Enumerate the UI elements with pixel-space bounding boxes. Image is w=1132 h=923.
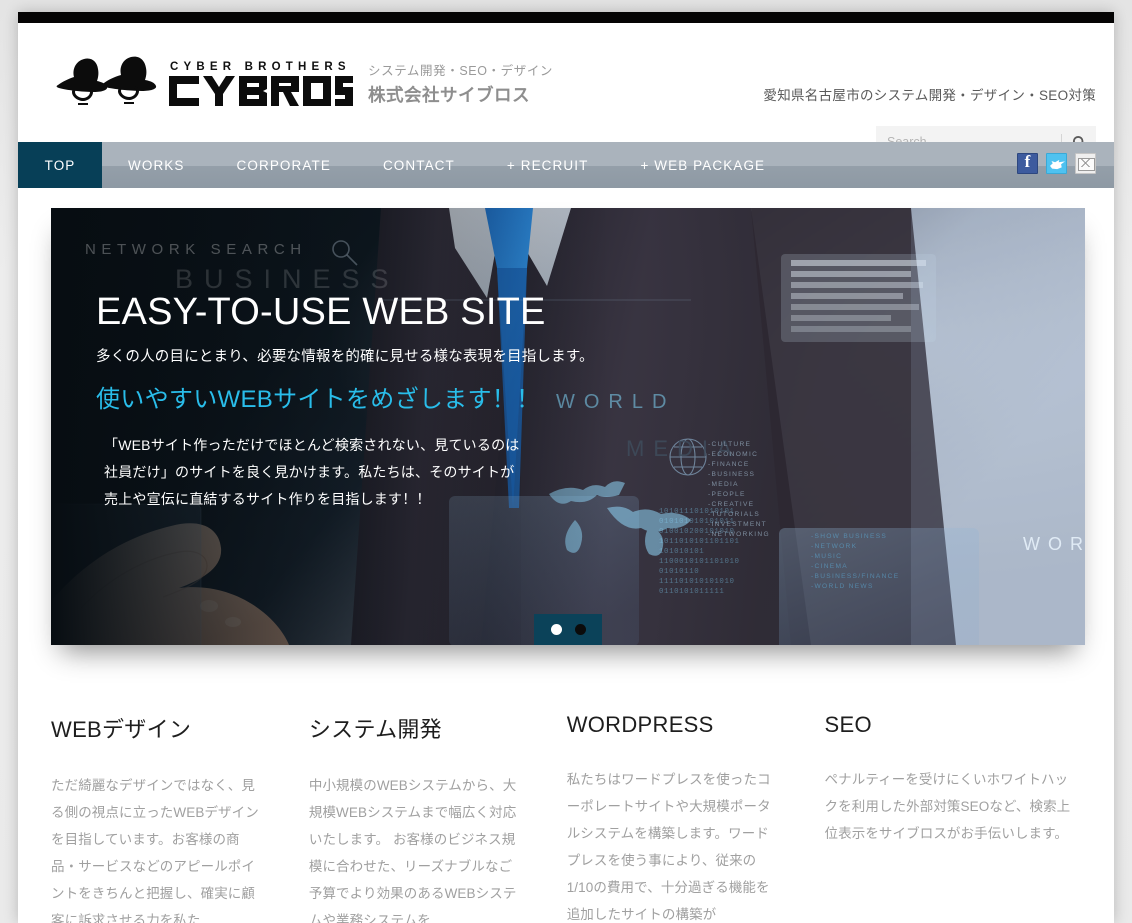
svg-text:01010110: 01010110 <box>659 568 699 576</box>
feature-body: ただ綺麗なデザインではなく、見る側の視点に立ったWEBデザインを目指しています。… <box>51 778 259 923</box>
feature-web-design: WEBデザイン ただ綺麗なデザインではなく、見る側の視点に立ったWEBデザインを… <box>51 712 309 923</box>
feature-seo: SEO ペナルティーを受けにくいホワイトハックを利用した外部対策SEOなど、検索… <box>825 712 1081 923</box>
hero-body-line-2: 社員だけ」のサイトを良く見かけます。私たちは、そのサイトが <box>104 464 515 481</box>
nav-item-contact[interactable]: CONTACT <box>357 142 481 188</box>
email-icon[interactable] <box>1075 153 1096 174</box>
nav-item-top[interactable]: TOP <box>18 142 102 188</box>
logo-services-jp: システム開発・SEO・デザイン <box>368 64 554 78</box>
logo-wordmark <box>169 76 353 106</box>
page-container: CYBER BROTHERS システム開発・SEO・デザイン 株式会社サイブロス… <box>18 12 1114 923</box>
feature-system-development: システム開発 中小規模のWEBシステムから、大規模WEBシステムまで幅広く対応い… <box>309 712 567 923</box>
main-navigation: TOP WORKS CORPORATE CONTACT + RECRUIT + … <box>18 142 1114 188</box>
feature-title: WORDPRESS <box>566 712 714 737</box>
feature-title: WEBデザイン <box>51 717 192 742</box>
svg-text:1100010101101010: 1100010101101010 <box>659 558 740 566</box>
nav-item-corporate[interactable]: CORPORATE <box>211 142 357 188</box>
nav-item-recruit[interactable]: + RECRUIT <box>481 142 615 188</box>
feature-title: SEO <box>824 712 872 737</box>
hero-copy: EASY-TO-USE WEB SITE 多くの人の目にとまり、必要な情報を的確… <box>96 291 594 514</box>
hero-highlight: 使いやすいWEBサイトをめざします！！ <box>96 385 541 413</box>
svg-text:0110101011111: 0110101011111 <box>659 588 724 596</box>
site-logo[interactable]: CYBER BROTHERS システム開発・SEO・デザイン 株式会社サイブロス <box>52 55 553 109</box>
social-links <box>1017 152 1096 174</box>
svg-text:111101010101010: 111101010101010 <box>659 578 735 586</box>
svg-text:1011010101101101: 1011010101101101 <box>659 538 740 546</box>
hero-body-line-3: 売上や宣伝に直結するサイト作りを目指します！！ <box>104 491 431 508</box>
hero-title: EASY-TO-USE WEB SITE <box>96 291 546 333</box>
top-black-bar <box>18 12 1114 23</box>
hero-body: 「WEBサイト作っただけでほとんど検索されない、見ているのは 社員だけ」のサイト… <box>96 432 594 514</box>
site-header: CYBER BROTHERS システム開発・SEO・デザイン 株式会社サイブロス… <box>18 23 1114 158</box>
feature-columns: WEBデザイン ただ綺麗なデザインではなく、見る側の視点に立ったWEBデザインを… <box>18 645 1114 923</box>
feature-body: 中小規模のWEBシステムから、大規模WEBシステムまで幅広く対応いたします。 お… <box>308 778 517 923</box>
hero-body-line-1: 「WEBサイト作っただけでほとんど検索されない、見ているのは <box>104 436 520 453</box>
facebook-icon[interactable] <box>1017 152 1038 174</box>
cybros-hats-logo-icon <box>56 56 157 105</box>
logo-tagline-en: CYBER BROTHERS <box>170 61 351 73</box>
twitter-icon[interactable] <box>1046 153 1067 174</box>
svg-text:101010101: 101010101 <box>659 548 704 556</box>
feature-body: ペナルティーを受けにくいホワイトハックを利用した外部対策SEOなど、検索上位表示… <box>824 772 1071 841</box>
logo-company-name-jp: 株式会社サイブロス <box>368 85 530 105</box>
feature-body: 私たちはワードプレスを使ったコーポレートサイトや大規模ポータルシステムを構築しま… <box>566 772 771 922</box>
hero-section: 101011101010101 010101010101011 01001020… <box>18 188 1114 645</box>
slider-dot-1[interactable] <box>550 624 562 635</box>
hero-slider[interactable]: 101011101010101 010101010101011 01001020… <box>51 208 1085 645</box>
header-tagline: 愛知県名古屋市のシステム開発・デザイン・SEO対策 <box>763 88 1096 103</box>
nav-item-web-package[interactable]: + WEB PACKAGE <box>614 142 791 188</box>
svg-text:010010200101010: 010010200101010 <box>659 528 735 536</box>
slider-dot-2[interactable] <box>574 624 586 635</box>
feature-wordpress: WORDPRESS 私たちはワードプレスを使ったコーポレートサイトや大規模ポータ… <box>567 712 825 923</box>
slider-pagination <box>534 614 602 645</box>
nav-item-works[interactable]: WORKS <box>102 142 211 188</box>
hero-subtitle: 多くの人の目にとまり、必要な情報を的確に見せる様な表現を目指します。 <box>96 348 594 365</box>
feature-title: システム開発 <box>308 717 442 742</box>
